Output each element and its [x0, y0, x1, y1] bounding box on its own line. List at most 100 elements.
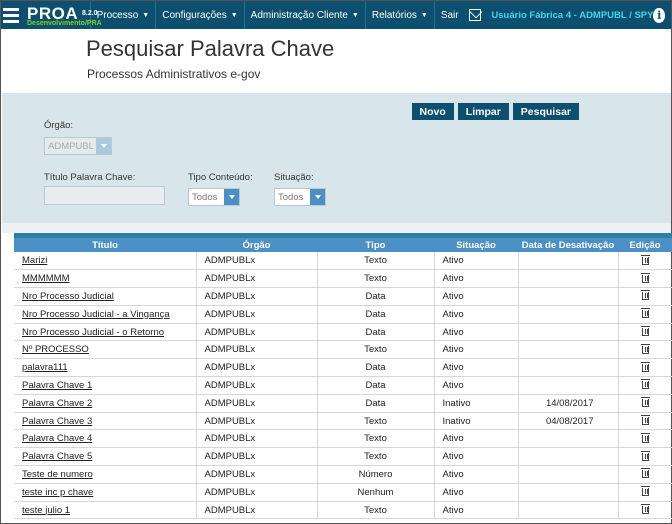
situacao-value: Todos	[278, 191, 304, 203]
trash-icon[interactable]	[640, 290, 650, 301]
cell-tipo: Data	[317, 394, 435, 413]
cell-data-desativacao	[518, 287, 619, 306]
titulo-link[interactable]: palavra111	[22, 362, 68, 373]
cell-situacao: Ativo	[434, 465, 519, 484]
cell-data-desativacao: 04/08/2017	[518, 412, 619, 431]
nav-relatorios[interactable]: Relatórios ▼	[364, 1, 434, 29]
cell-edicao	[618, 465, 672, 484]
info-icon[interactable]: i	[653, 7, 665, 23]
cell-edicao	[618, 376, 672, 395]
nav-configuracoes-label: Configurações	[162, 9, 227, 21]
col-data-desativacao[interactable]: Data de Desativação	[518, 238, 618, 252]
table-row: Teste de numero ADMPUBLx Número Ativo	[14, 465, 672, 484]
cell-tipo: Texto	[317, 269, 435, 289]
nav-sair-label: Sair	[440, 9, 459, 21]
cell-tipo: Texto	[317, 412, 435, 431]
trash-icon[interactable]	[640, 343, 650, 354]
titulo-link[interactable]: teste inc p chave	[22, 487, 93, 498]
trash-icon[interactable]	[640, 415, 650, 426]
titulo-link[interactable]: Nro Processo Judicial - o Retorno	[22, 327, 164, 338]
chevron-down-icon[interactable]	[224, 189, 239, 205]
situacao-select[interactable]: Todos	[274, 188, 326, 206]
table-row: Palavra Chave 5 ADMPUBLx Texto Ativo	[14, 447, 672, 467]
trash-icon[interactable]	[640, 468, 650, 479]
table-row: Palavra Chave 3 ADMPUBLx Texto Inativo 04/08…	[14, 412, 672, 431]
hamburger-icon[interactable]	[1, 1, 21, 29]
app-logo[interactable]: PROA 8.2.0 Desenvolvimento/PRA	[25, 1, 102, 29]
cell-tipo: Texto	[317, 501, 435, 520]
trash-icon[interactable]	[640, 308, 650, 319]
cell-titulo: Nro Processo Judicial	[14, 287, 197, 306]
titulo-link[interactable]: Palavra Chave 1	[22, 380, 92, 391]
cell-situacao: Ativo	[434, 305, 519, 324]
titulo-input[interactable]	[44, 186, 165, 205]
titulo-link[interactable]: Palavra Chave 3	[22, 416, 92, 427]
col-edicao: Edição	[618, 238, 672, 252]
titulo-link[interactable]: Nº PROCESSO	[22, 344, 89, 355]
filter-panel: Novo Limpar Pesquisar Órgão: ADMPUBL Tít…	[2, 93, 671, 223]
titulo-label: Título Palavra Chave:	[44, 172, 136, 183]
results-table: Título Órgão Tipo Situação Data de Desat…	[14, 233, 672, 520]
table-row: Marizi ADMPUBLx Texto Ativo	[14, 252, 672, 271]
trash-icon[interactable]	[640, 450, 650, 461]
trash-icon[interactable]	[640, 272, 650, 283]
cell-data-desativacao	[518, 340, 619, 360]
nav-administracao-cliente[interactable]: Administração Cliente ▼	[243, 1, 365, 29]
cell-edicao	[618, 412, 672, 431]
table-row: teste julio 1 ADMPUBLx Texto Ativo	[14, 501, 672, 520]
tipo-conteudo-label: Tipo Conteúdo:	[188, 172, 253, 183]
titulo-link[interactable]: Nro Processo Judicial	[22, 291, 114, 302]
titulo-link[interactable]: MMMMMM	[22, 273, 69, 284]
cell-situacao: Ativo	[434, 447, 519, 467]
cell-orgao: ADMPUBLx	[196, 501, 318, 520]
nav-relatorios-label: Relatórios	[371, 9, 417, 21]
cell-edicao	[618, 269, 672, 289]
chevron-down-icon: ▼	[351, 11, 359, 19]
trash-icon[interactable]	[640, 361, 650, 372]
cell-orgao: ADMPUBLx	[196, 394, 318, 413]
cell-orgao: ADMPUBLx	[196, 376, 318, 395]
titulo-link[interactable]: Palavra Chave 5	[22, 451, 92, 462]
titulo-link[interactable]: Marizi	[22, 255, 47, 266]
cell-data-desativacao	[518, 483, 619, 502]
col-situacao[interactable]: Situação	[434, 238, 518, 252]
titulo-link[interactable]: Palavra Chave 4	[22, 433, 92, 444]
user-name[interactable]: Usuário Fábrica 4 - ADMPUBL / SPY	[491, 10, 653, 21]
limpar-button[interactable]: Limpar	[457, 103, 509, 120]
trash-icon[interactable]	[640, 379, 650, 390]
col-orgao[interactable]: Órgão	[196, 238, 317, 252]
trash-icon[interactable]	[640, 254, 650, 265]
titulo-link[interactable]: teste julio 1	[22, 505, 70, 516]
tipo-conteudo-select[interactable]: Todos	[188, 188, 240, 206]
cell-situacao: Inativo	[434, 394, 519, 413]
trash-icon[interactable]	[640, 432, 650, 443]
cell-data-desativacao	[518, 323, 619, 342]
titulo-link[interactable]: Teste de numero	[22, 469, 93, 480]
titulo-link[interactable]: Palavra Chave 2	[22, 398, 92, 409]
titulo-link[interactable]: Nro Processo Judicial - a Vingança	[22, 309, 170, 320]
trash-icon[interactable]	[640, 397, 650, 408]
trash-icon[interactable]	[640, 504, 650, 515]
col-titulo[interactable]: Título	[14, 238, 196, 252]
cell-situacao: Ativo	[434, 429, 519, 449]
col-tipo[interactable]: Tipo	[317, 238, 434, 252]
table-row: Nro Processo Judicial - a Vingança ADMPUB…	[14, 305, 672, 324]
app-environment: Desenvolvimento/PRA	[27, 20, 102, 27]
cell-titulo: Nro Processo Judicial - a Vingança	[14, 305, 197, 324]
mail-icon[interactable]	[468, 9, 482, 21]
cell-orgao: ADMPUBLx	[196, 483, 318, 502]
chevron-down-icon[interactable]	[310, 189, 325, 205]
cell-situacao: Ativo	[434, 483, 519, 502]
cell-data-desativacao	[518, 269, 619, 289]
cell-titulo: Palavra Chave 4	[14, 429, 197, 449]
trash-icon[interactable]	[640, 326, 650, 337]
nav-sair[interactable]: Sair	[433, 1, 465, 29]
chevron-down-icon	[96, 138, 111, 154]
trash-icon[interactable]	[640, 486, 650, 497]
nav-configuracoes[interactable]: Configurações ▼	[155, 1, 243, 29]
cell-edicao	[618, 394, 672, 413]
pesquisar-button[interactable]: Pesquisar	[512, 103, 579, 120]
cell-data-desativacao	[518, 252, 619, 271]
page-title: Pesquisar Palavra Chave	[86, 36, 335, 61]
novo-button[interactable]: Novo	[411, 103, 454, 120]
